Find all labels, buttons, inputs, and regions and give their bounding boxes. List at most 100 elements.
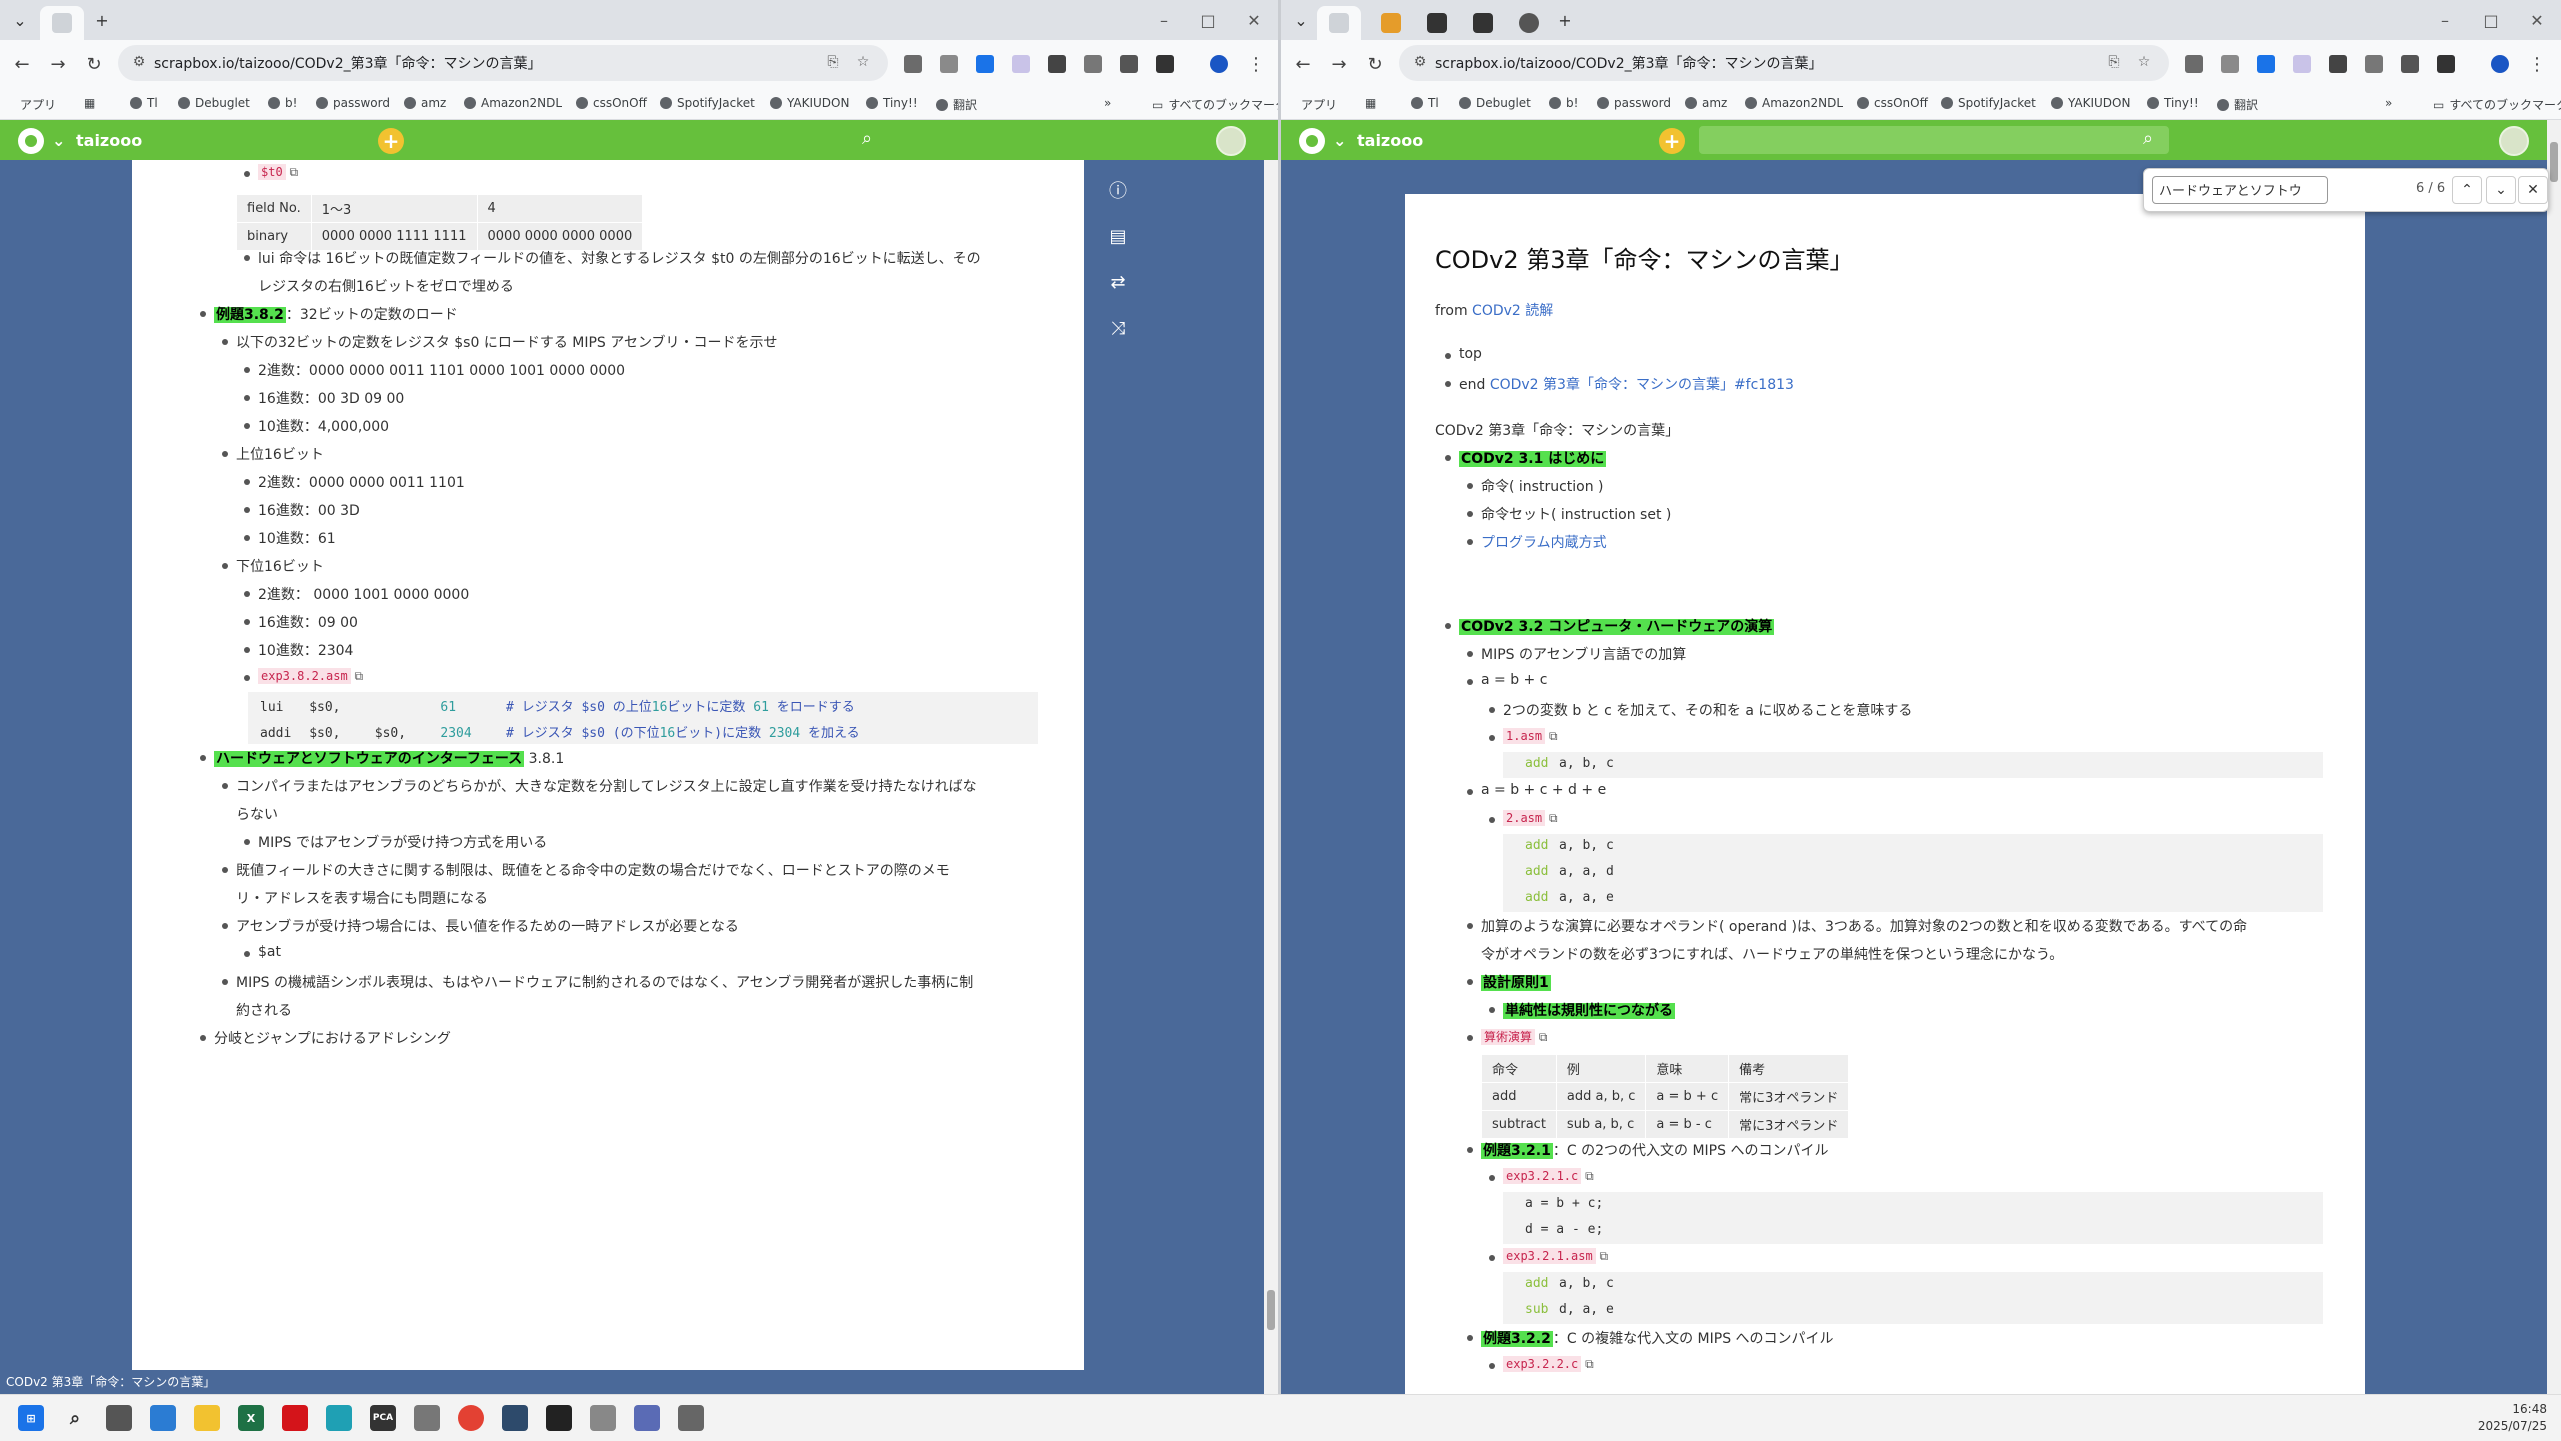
bookmark-item[interactable]: Tiny!! — [866, 96, 918, 110]
code-file-label[interactable]: exp3.2.1.asm — [1503, 1248, 1596, 1264]
find-input[interactable]: ハードウェアとソフトウ — [2152, 176, 2328, 204]
reload-icon[interactable]: ↻ — [1363, 52, 1387, 76]
bookmark-item[interactable]: password — [316, 96, 390, 110]
avatar[interactable] — [1216, 126, 1246, 156]
right-scrollbar[interactable] — [2547, 120, 2561, 1394]
extension-icon[interactable] — [1012, 55, 1030, 73]
extension-icon[interactable] — [2257, 55, 2275, 73]
code-file-label[interactable]: 1.asm — [1503, 728, 1546, 744]
new-tab-icon[interactable]: + — [90, 8, 114, 32]
reload-icon[interactable]: ↻ — [82, 52, 106, 76]
bookmark-item[interactable]: 翻訳 — [2217, 96, 2258, 113]
find-next-icon[interactable]: ⌄ — [2486, 176, 2516, 204]
photos-icon[interactable] — [150, 1405, 176, 1431]
extension-icon[interactable] — [940, 55, 958, 73]
extension-icon[interactable] — [1048, 55, 1066, 73]
tab[interactable] — [1507, 6, 1551, 40]
bookmarks-overflow-icon[interactable]: » — [1104, 96, 1111, 110]
back-icon[interactable]: ← — [1291, 52, 1315, 76]
all-bookmarks[interactable]: ▭ すべてのブックマーク — [1152, 96, 1278, 113]
bookmark-item[interactable]: b! — [268, 96, 297, 110]
project-menu-icon[interactable]: ⌄ — [52, 131, 65, 150]
search-icon[interactable]: ⌕ — [2143, 128, 2165, 150]
bookmark-item[interactable]: password — [1597, 96, 1671, 110]
menu-icon[interactable]: ⋮ — [1244, 52, 1268, 76]
scrollbar-thumb[interactable] — [2550, 142, 2558, 182]
find-prev-icon[interactable]: ⌃ — [2452, 176, 2482, 204]
tab[interactable] — [1415, 6, 1459, 40]
back-icon[interactable]: ← — [10, 52, 34, 76]
address-bar[interactable]: ⚙ scrapbox.io/taizooo/CODv2_第3章「命令：マシンの言… — [118, 45, 888, 81]
bookmark-item[interactable]: Amazon2NDL — [464, 96, 562, 110]
new-tab-icon[interactable]: + — [1553, 8, 1577, 32]
bookmark-item[interactable]: Tiny!! — [2147, 96, 2199, 110]
app-icon[interactable] — [634, 1405, 660, 1431]
app-icon[interactable]: PCA — [370, 1405, 396, 1431]
extension-icon[interactable] — [1084, 55, 1102, 73]
start-icon[interactable]: ⊞ — [18, 1405, 44, 1431]
code-file-label[interactable]: exp3.8.2.asm — [258, 668, 351, 684]
new-page-button[interactable]: + — [378, 128, 404, 154]
project-name[interactable]: taizooo — [76, 131, 142, 150]
maximize-icon[interactable]: □ — [2479, 8, 2503, 32]
extension-icon[interactable] — [1120, 55, 1138, 73]
calculator-icon[interactable] — [590, 1405, 616, 1431]
search-input[interactable] — [1699, 126, 2169, 154]
puzzle-icon[interactable] — [1156, 55, 1174, 73]
bookmark-item[interactable]: Debuglet — [1459, 96, 1531, 110]
line-text[interactable]: end — [1459, 377, 1485, 393]
extension-icon[interactable] — [904, 55, 922, 73]
copy-icon[interactable]: ⧉ — [1545, 811, 1558, 825]
extension-icon[interactable] — [2365, 55, 2383, 73]
tab[interactable] — [1461, 6, 1505, 40]
excel-icon[interactable]: X — [238, 1405, 264, 1431]
bookmark-apps[interactable]: アプリ — [20, 96, 56, 113]
bookmark-item[interactable]: YAKIUDON — [770, 96, 849, 110]
close-icon[interactable]: ✕ — [1242, 8, 1266, 32]
app-icon[interactable] — [414, 1405, 440, 1431]
bookmark-item[interactable]: Tl — [1411, 96, 1439, 110]
copy-icon[interactable]: ⧉ — [1596, 1249, 1609, 1263]
tab-scrapbox[interactable] — [40, 6, 84, 40]
new-page-button[interactable]: + — [1659, 128, 1685, 154]
minimize-icon[interactable]: – — [1152, 8, 1176, 32]
copy-icon[interactable]: ⧉ — [1581, 1357, 1594, 1371]
extension-icon[interactable] — [976, 55, 994, 73]
scrapbox-logo-icon[interactable] — [1299, 128, 1325, 154]
forward-icon[interactable]: → — [1327, 52, 1351, 76]
extension-icon[interactable] — [2185, 55, 2203, 73]
extension-icon[interactable] — [2329, 55, 2347, 73]
bookmark-item[interactable]: Tl — [130, 96, 158, 110]
code-file-label[interactable]: exp3.2.2.c — [1503, 1356, 1582, 1372]
left-scrollbar[interactable] — [1264, 160, 1278, 1394]
info-icon[interactable]: ⓘ — [1106, 178, 1130, 202]
tab-search-icon[interactable]: ⌄ — [1289, 8, 1313, 32]
bookmarks-overflow-icon[interactable]: » — [2385, 96, 2392, 110]
bookmark-apps[interactable]: アプリ — [1301, 96, 1337, 113]
page-icon[interactable]: ▤ — [1106, 224, 1130, 248]
install-icon[interactable]: ⎘ — [824, 53, 842, 71]
translate-icon[interactable]: ⇄ — [1106, 270, 1130, 294]
bookmark-item[interactable]: SpotifyJacket — [660, 96, 755, 110]
address-bar[interactable]: ⚙ scrapbox.io/taizooo/CODv2_第3章「命令：マシンの言… — [1399, 45, 2169, 81]
bookmark-star-icon[interactable]: ☆ — [2135, 53, 2153, 71]
bookmark-item[interactable]: SpotifyJacket — [1941, 96, 2036, 110]
from-link[interactable]: CODv2 読解 — [1472, 303, 1553, 319]
site-info-icon[interactable]: ⚙ — [130, 53, 148, 71]
project-menu-icon[interactable]: ⌄ — [1333, 131, 1346, 150]
menu-icon[interactable]: ⋮ — [2525, 52, 2549, 76]
terminal-icon[interactable] — [546, 1405, 572, 1431]
bookmark-item[interactable]: cssOnOff — [1857, 96, 1928, 110]
code-file-label[interactable]: 2.asm — [1503, 810, 1546, 826]
bookmark-grid-icon[interactable]: ▦ — [84, 96, 95, 110]
profile-icon[interactable] — [2491, 55, 2509, 73]
line-text[interactable]: プログラム内蔵方式 — [1481, 535, 1607, 551]
task-view-icon[interactable] — [106, 1405, 132, 1431]
site-info-icon[interactable]: ⚙ — [1411, 53, 1429, 71]
forward-icon[interactable]: → — [46, 52, 70, 76]
minimize-icon[interactable]: – — [2433, 8, 2457, 32]
copy-icon[interactable]: ⧉ — [286, 165, 299, 179]
tab-scrapbox[interactable] — [1317, 6, 1361, 40]
app-icon[interactable] — [678, 1405, 704, 1431]
install-icon[interactable]: ⎘ — [2105, 53, 2123, 71]
